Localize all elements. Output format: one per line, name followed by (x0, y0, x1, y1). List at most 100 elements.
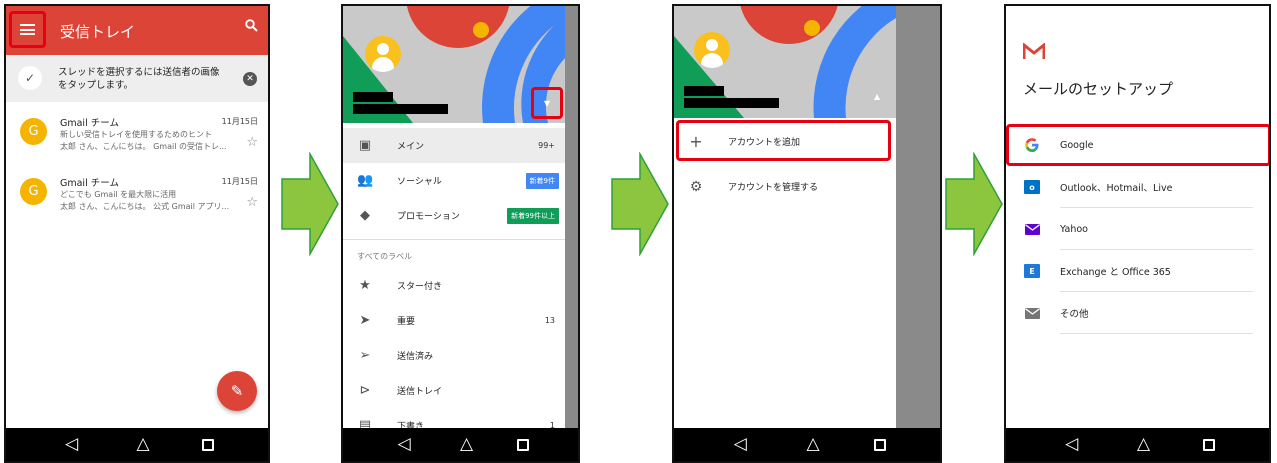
inbox-title: 受信トレイ (60, 23, 136, 41)
mail-snippet: 太郎 さん、こんにちは。 公式 Gmail アプリ... (60, 202, 230, 211)
yahoo-icon (1023, 220, 1041, 238)
drawer-item-label: 送信トレイ (397, 387, 443, 397)
provider-label: Yahoo (1060, 223, 1088, 235)
drawer-item-starred[interactable]: ★ スター付き (343, 268, 565, 303)
drawer-item-sent[interactable]: ➢ 送信済み (343, 338, 565, 373)
chevron-down-icon: ▼ (543, 98, 551, 108)
drawer-item-label: 重要 (397, 317, 416, 327)
drawer-header: ▲ (674, 6, 896, 118)
star-icon: ★ (359, 278, 371, 293)
drawer-item-label: 送信済み (397, 352, 434, 362)
mail-sender: Gmail チーム (60, 118, 119, 129)
unread-count: 99+ (538, 141, 555, 150)
provider-outlook[interactable]: o Outlook、Hotmail、Live (1006, 166, 1269, 208)
gmail-logo-icon (1023, 43, 1045, 59)
drawer-item-primary[interactable]: ▣ メイン 99+ (343, 128, 565, 163)
navigation-drawer: ▲ + アカウントを追加 ⚙ アカウントを管理する (674, 6, 896, 428)
mail-list-item[interactable]: G Gmail チーム 11月15日 どこでも Gmail を最大限に活用 太郎… (6, 166, 268, 222)
menu-button[interactable] (9, 11, 46, 48)
tip-text: スレッドを選択するには送信者の画像をタップします。 (58, 67, 220, 91)
page-title: メールのセットアップ (1023, 80, 1174, 98)
drawer-header: ▼ (343, 6, 565, 123)
star-icon[interactable]: ☆ (246, 195, 258, 210)
back-icon[interactable]: ◁ (60, 436, 84, 453)
phone-inbox-screen: 受信トレイ ✓ スレッドを選択するには送信者の画像をタップします。 ✕ G Gm… (4, 4, 270, 463)
drawer-item-drafts[interactable]: ▤ 下書き 1 (343, 408, 565, 428)
provider-yahoo[interactable]: Yahoo (1006, 208, 1269, 250)
recents-icon[interactable] (202, 438, 215, 451)
divider (343, 239, 565, 240)
home-icon[interactable]: △ (454, 436, 478, 453)
provider-other[interactable]: その他 (1006, 292, 1269, 334)
avatar[interactable]: G (20, 178, 47, 205)
highlight-google (1006, 124, 1269, 166)
search-icon[interactable] (245, 19, 258, 36)
phone-drawer-screen: ▼ ▣ メイン 99+ 👥 ソーシャル 新着9件 ◆ プロモーション 新着99件… (341, 4, 580, 463)
redacted-email (353, 104, 448, 114)
account-switch-button[interactable]: ▼ (531, 87, 563, 119)
provider-label: Exchange と Office 365 (1060, 267, 1171, 278)
labels-section-header: すべてのラベル (357, 252, 413, 261)
redacted-name (684, 86, 724, 96)
home-icon[interactable]: △ (1131, 436, 1155, 453)
drawer-item-label: ソーシャル (397, 177, 442, 187)
mail-date: 11月15日 (221, 177, 258, 186)
outbox-icon: ⊳ (359, 383, 371, 398)
android-nav-bar: ◁ △ (1006, 428, 1269, 461)
arrow-right-icon (611, 152, 669, 256)
mail-sender: Gmail チーム (60, 178, 119, 189)
people-icon: 👥 (357, 173, 374, 188)
drawer-item-social[interactable]: 👥 ソーシャル 新着9件 (343, 163, 565, 198)
drawer-item-promotions[interactable]: ◆ プロモーション 新着99件以上 (343, 198, 565, 233)
android-nav-bar: ◁ △ (674, 428, 940, 461)
chevron-up-icon[interactable]: ▲ (874, 92, 880, 101)
navigation-drawer: ▼ ▣ メイン 99+ 👥 ソーシャル 新着9件 ◆ プロモーション 新着99件… (343, 6, 565, 428)
highlight-add-account (676, 120, 891, 161)
gear-icon: ⚙ (689, 178, 703, 195)
draft-icon: ▤ (358, 418, 372, 428)
drawer-item-label: 下書き (397, 422, 425, 428)
android-nav-bar: ◁ △ (343, 428, 578, 461)
home-icon[interactable]: △ (131, 436, 155, 453)
drawer-item-outbox[interactable]: ⊳ 送信トレイ (343, 373, 565, 408)
avatar[interactable]: G (20, 118, 47, 145)
recents-icon[interactable] (516, 438, 529, 451)
dimmed-inbox (896, 6, 940, 428)
mail-snippet: 太郎 さん、こんにちは。 Gmail の受信トレ... (60, 142, 227, 151)
mail-date: 11月15日 (221, 117, 258, 126)
account-avatar[interactable] (694, 32, 730, 68)
home-icon[interactable]: △ (801, 436, 825, 453)
account-avatar[interactable] (365, 36, 401, 72)
divider (1060, 333, 1253, 334)
inbox-icon: ▣ (358, 138, 372, 153)
tag-icon: ◆ (360, 208, 370, 223)
back-icon[interactable]: ◁ (728, 436, 752, 453)
manage-accounts-button[interactable]: ⚙ アカウントを管理する (674, 169, 896, 204)
mail-subject: どこでも Gmail を最大限に活用 (60, 190, 177, 199)
menu-icon (20, 24, 35, 35)
android-nav-bar: ◁ △ (6, 428, 268, 461)
recents-icon[interactable] (1203, 438, 1216, 451)
provider-exchange[interactable]: E Exchange と Office 365 (1006, 250, 1269, 292)
important-icon: ➤ (359, 313, 371, 328)
close-icon[interactable]: ✕ (243, 72, 257, 86)
provider-label: その他 (1060, 309, 1089, 320)
tip-banner: ✓ スレッドを選択するには送信者の画像をタップします。 ✕ (6, 55, 268, 102)
dimmed-inbox (565, 6, 578, 428)
star-icon[interactable]: ☆ (246, 135, 258, 150)
back-icon[interactable]: ◁ (392, 436, 416, 453)
drawer-item-label: スター付き (397, 282, 443, 292)
compose-button[interactable]: ✎ (217, 371, 257, 411)
check-icon: ✓ (18, 66, 42, 90)
phone-email-setup-screen: メールのセットアップ Google o Outlook、Hotmail、Live… (1004, 4, 1271, 463)
back-icon[interactable]: ◁ (1060, 436, 1084, 453)
new-badge: 新着9件 (525, 172, 559, 189)
label-count: 1 (549, 421, 555, 428)
manage-accounts-label: アカウントを管理する (728, 183, 819, 193)
pencil-icon: ✎ (230, 382, 244, 400)
recents-icon[interactable] (873, 438, 886, 451)
phone-account-menu-screen: ▲ + アカウントを追加 ⚙ アカウントを管理する ◁ △ (672, 4, 942, 463)
mail-list-item[interactable]: G Gmail チーム 11月15日 新しい受信トレイを使用するためのヒント 太… (6, 106, 268, 162)
provider-label: Outlook、Hotmail、Live (1060, 183, 1173, 194)
drawer-item-important[interactable]: ➤ 重要 13 (343, 303, 565, 338)
